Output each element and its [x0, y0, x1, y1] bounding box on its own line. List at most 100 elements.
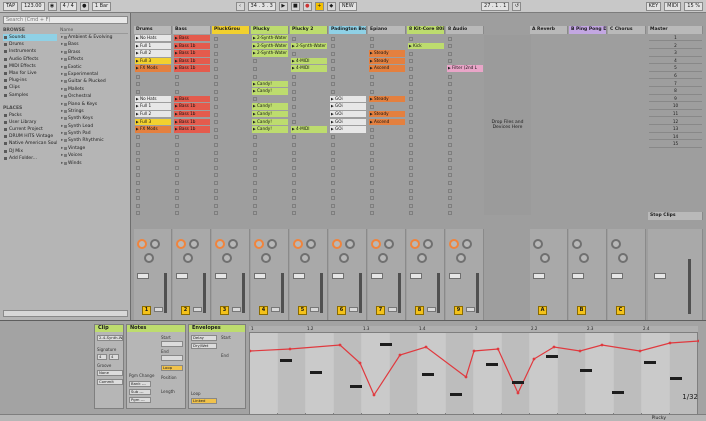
empty-slot[interactable] — [331, 180, 335, 185]
empty-slot[interactable] — [448, 120, 452, 125]
envelope-curve[interactable] — [248, 333, 701, 415]
send-a-knob[interactable] — [410, 239, 420, 249]
return-activator-button[interactable]: A — [538, 306, 547, 315]
empty-slot[interactable] — [331, 82, 335, 87]
track-header[interactable]: Plucky 2 — [290, 26, 328, 34]
empty-slot[interactable] — [370, 203, 374, 208]
empty-slot[interactable] — [253, 188, 257, 193]
empty-slot[interactable] — [370, 188, 374, 193]
empty-slot[interactable] — [448, 44, 452, 49]
scene-launch[interactable]: 14 — [649, 134, 702, 141]
clip-slot[interactable]: Candy! — [252, 88, 288, 95]
empty-slot[interactable] — [331, 211, 335, 216]
midi-note[interactable] — [350, 385, 362, 388]
breakpoint[interactable] — [288, 347, 292, 351]
empty-slot[interactable] — [409, 104, 413, 109]
empty-slot[interactable] — [214, 203, 218, 208]
browser-place[interactable]: Native American Soul — [3, 140, 57, 147]
empty-slot[interactable] — [409, 51, 413, 56]
breakpoint[interactable] — [697, 339, 701, 343]
empty-slot[interactable] — [370, 211, 374, 216]
stop-icon[interactable]: ■ — [290, 1, 300, 11]
empty-slot[interactable] — [175, 188, 179, 193]
browser-place[interactable]: User Library — [3, 119, 57, 126]
pan-knob[interactable] — [618, 253, 628, 263]
breakpoint[interactable] — [496, 347, 500, 351]
empty-slot[interactable] — [448, 158, 452, 163]
empty-slot[interactable] — [136, 82, 140, 87]
clip-slot[interactable]: 2-Synth-Water — [252, 35, 288, 42]
volume-fader[interactable] — [611, 273, 623, 279]
breakpoint[interactable] — [398, 353, 402, 357]
breakpoint[interactable] — [516, 391, 520, 395]
clip-slot[interactable]: Steady — [369, 95, 405, 103]
empty-slot[interactable] — [214, 44, 218, 49]
empty-slot[interactable] — [253, 158, 257, 163]
breakpoint[interactable] — [358, 361, 362, 365]
clip-slot[interactable]: Full 3 — [135, 118, 171, 125]
clip-slot[interactable]: Bass 1b — [174, 42, 210, 49]
empty-slot[interactable] — [214, 104, 218, 109]
empty-slot[interactable] — [409, 211, 413, 216]
empty-slot[interactable] — [448, 203, 452, 208]
empty-slot[interactable] — [214, 165, 218, 170]
empty-slot[interactable] — [136, 74, 140, 79]
browser-category[interactable]: Sounds — [3, 34, 57, 42]
send-a-knob[interactable] — [215, 239, 225, 249]
browser-folder[interactable]: Exotic — [60, 64, 128, 72]
send-b-knob[interactable] — [228, 239, 238, 249]
clip-slot[interactable]: GOi — [330, 95, 366, 103]
empty-slot[interactable] — [253, 150, 257, 155]
bank-field[interactable]: Bank --- — [129, 381, 151, 387]
clip-slot[interactable]: Candy! — [252, 103, 288, 110]
scene-launch[interactable]: 11 — [649, 111, 702, 118]
empty-slot[interactable] — [331, 59, 335, 64]
new-button[interactable]: NEW — [338, 1, 357, 11]
empty-slot[interactable] — [175, 142, 179, 147]
empty-slot[interactable] — [409, 158, 413, 163]
pan-knob[interactable] — [540, 253, 550, 263]
breakpoint[interactable] — [532, 357, 536, 361]
commit-button[interactable]: Commit — [97, 379, 123, 385]
track-header[interactable]: Drums — [134, 26, 172, 34]
clip-slot[interactable]: Candy! — [252, 80, 288, 87]
empty-slot[interactable] — [136, 135, 140, 140]
send-a-knob[interactable] — [137, 239, 147, 249]
empty-slot[interactable] — [331, 173, 335, 178]
empty-slot[interactable] — [409, 127, 413, 132]
pan-knob[interactable] — [456, 253, 466, 263]
empty-slot[interactable] — [175, 180, 179, 185]
empty-slot[interactable] — [136, 211, 140, 216]
automation-icon[interactable]: ◆ — [326, 1, 336, 11]
clip-slot[interactable]: No Hats — [135, 95, 171, 103]
empty-slot[interactable] — [292, 173, 296, 178]
key-map-button[interactable]: KEY — [645, 1, 662, 11]
breakpoint[interactable] — [424, 345, 428, 349]
empty-slot[interactable] — [214, 180, 218, 185]
empty-slot[interactable] — [409, 66, 413, 71]
send-a-knob[interactable] — [254, 239, 264, 249]
empty-slot[interactable] — [253, 66, 257, 71]
return-header[interactable]: B Ping Pong Delay — [569, 26, 607, 34]
browser-folder[interactable]: Synth Rhythmic — [60, 137, 128, 145]
clip-slot[interactable]: Bass 1b — [174, 65, 210, 72]
clip-slot[interactable]: Steady — [369, 57, 405, 65]
send-b-knob[interactable] — [423, 239, 433, 249]
clip-slot[interactable]: No Hats — [135, 35, 171, 42]
clip-slot[interactable]: Full 2 — [135, 111, 171, 118]
drop-area[interactable]: Drop Files and Devices Here — [484, 35, 531, 215]
empty-slot[interactable] — [409, 135, 413, 140]
scene-launch[interactable]: 8 — [649, 88, 702, 95]
breakpoint[interactable] — [464, 375, 468, 379]
send-a-knob[interactable] — [176, 239, 186, 249]
track-activator-button[interactable]: 8 — [415, 306, 424, 315]
empty-slot[interactable] — [214, 173, 218, 178]
track-activator-button[interactable]: 5 — [298, 306, 307, 315]
clip-name-field[interactable]: 2-4-Synth-Wat — [97, 335, 123, 341]
send-a-knob[interactable] — [371, 239, 381, 249]
clip-slot[interactable]: Ascend — [369, 118, 405, 125]
breakpoint[interactable] — [600, 343, 604, 347]
empty-slot[interactable] — [448, 150, 452, 155]
midi-note[interactable] — [380, 343, 392, 346]
scene-launch[interactable]: 9 — [649, 96, 702, 103]
